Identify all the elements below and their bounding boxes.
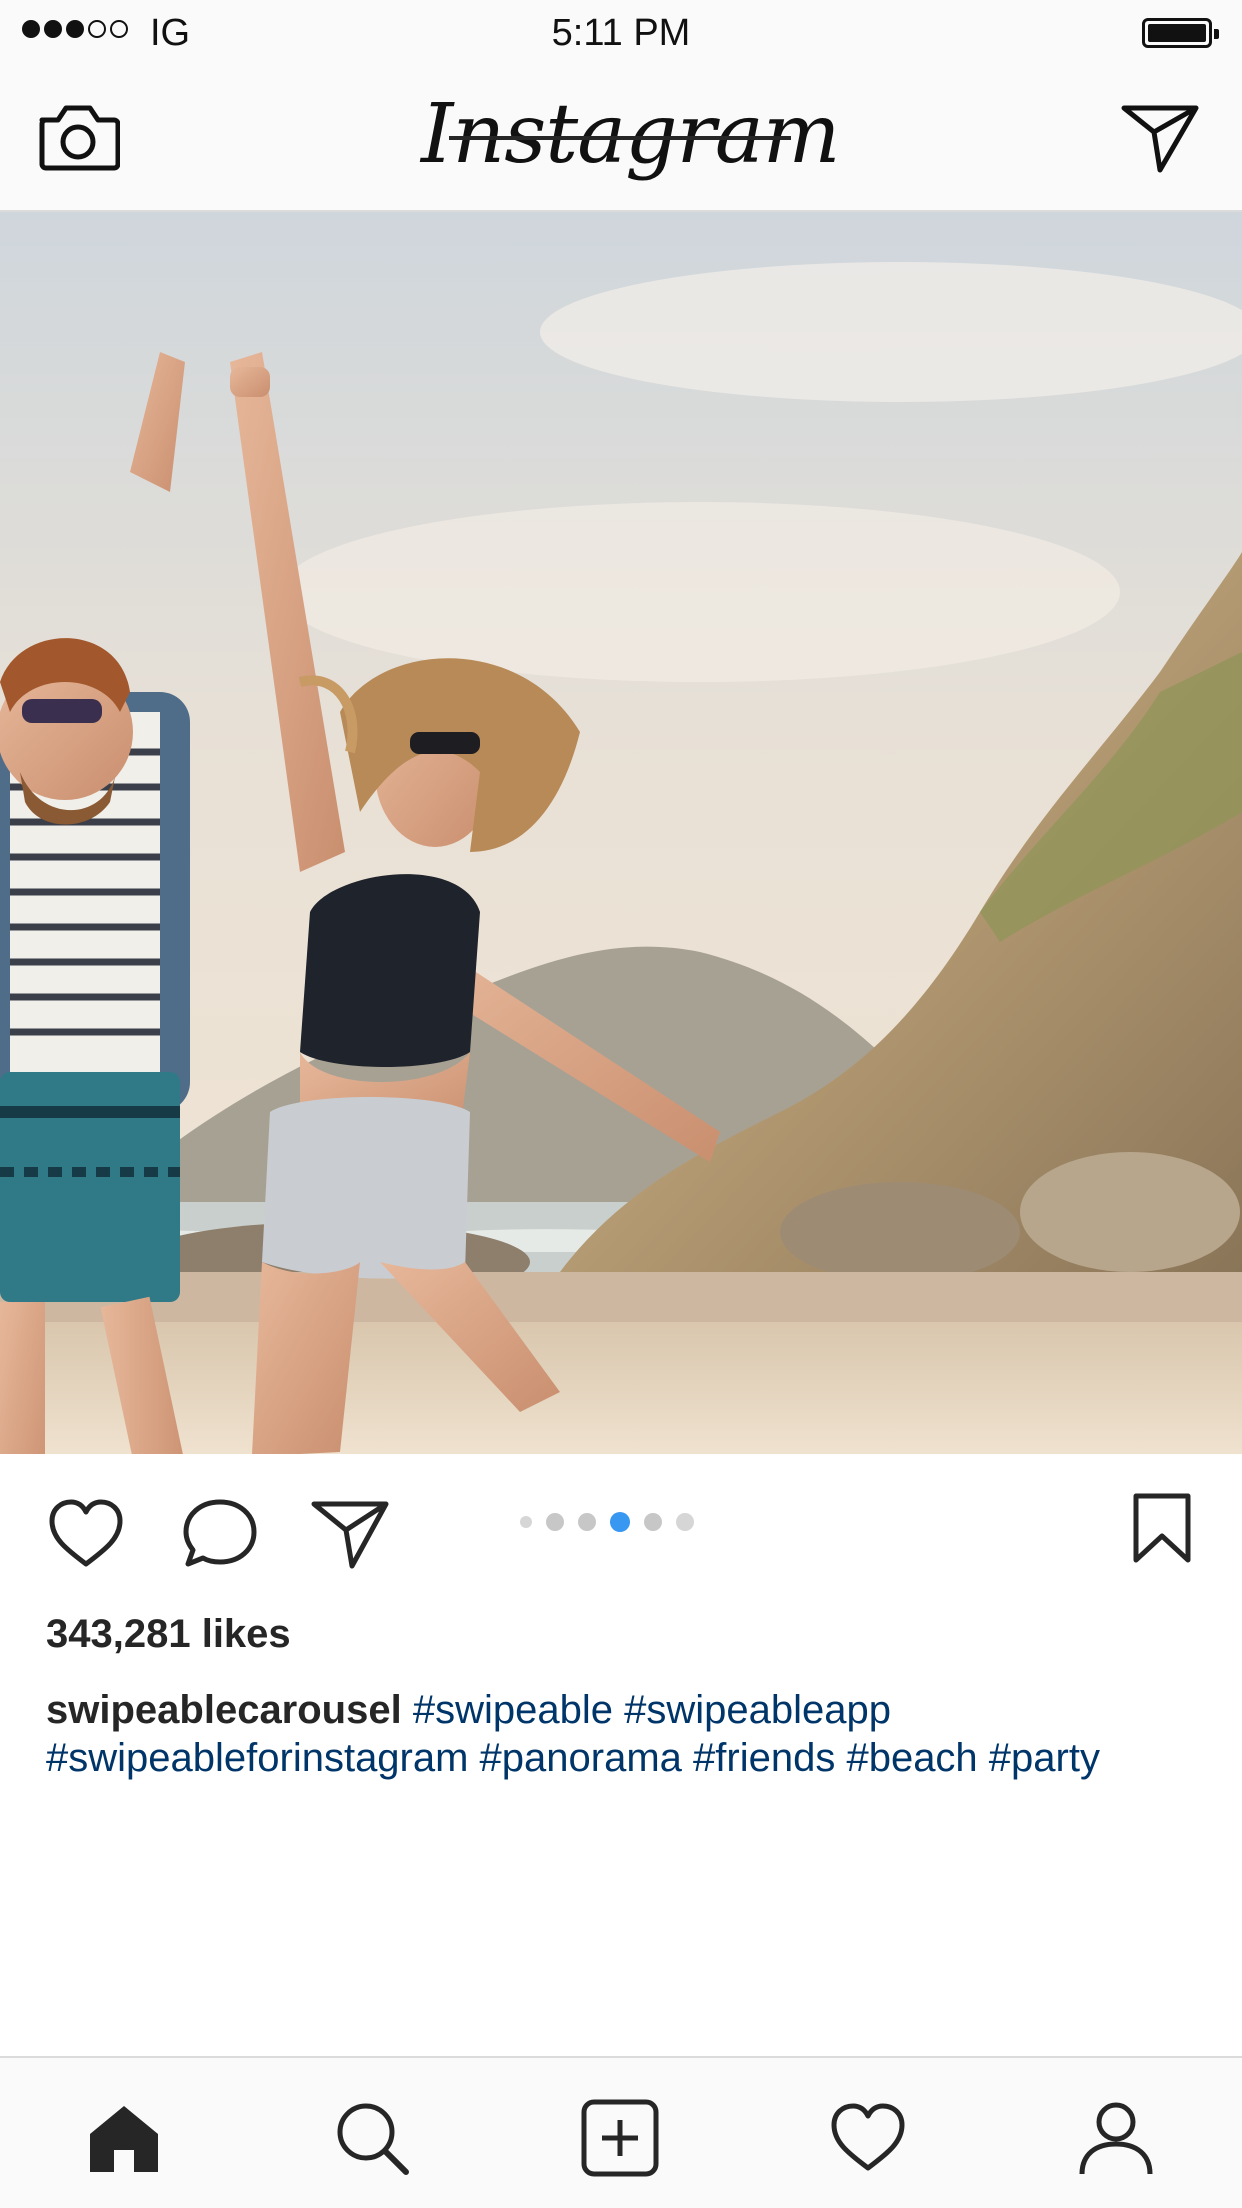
carousel-dot [644,1513,662,1531]
comment-icon[interactable] [180,1494,260,1574]
carousel-dot [546,1513,564,1531]
status-time: 5:11 PM [551,12,691,54]
direct-message-icon[interactable] [1120,102,1200,176]
tab-bar [0,2056,1242,2208]
feed-indicator [449,136,791,140]
carousel-dot [520,1516,532,1528]
home-icon[interactable] [84,2098,164,2178]
bookmark-icon[interactable] [1130,1492,1194,1564]
post-photo[interactable] [0,212,1242,1454]
battery-icon [1142,18,1219,48]
carousel-dot [676,1513,694,1531]
profile-icon[interactable] [1076,2098,1156,2178]
post-caption: swipeablecarousel #swipeable #swipeablea… [46,1686,1166,1782]
caption-username[interactable]: swipeablecarousel [46,1688,402,1732]
heart-icon[interactable] [828,2098,908,2178]
add-post-icon[interactable] [580,2098,660,2178]
heart-icon[interactable] [46,1494,126,1574]
camera-icon[interactable] [36,100,120,174]
carousel-indicator [520,1512,694,1532]
likes-count[interactable]: 343,281 likes [46,1612,291,1657]
search-icon[interactable] [332,2098,412,2178]
app-header: Instagram [0,70,1242,212]
instagram-logo: Instagram [421,87,840,182]
status-bar: IG 5:11 PM [0,0,1242,70]
paper-plane-icon[interactable] [310,1494,390,1574]
carousel-dot-active [610,1512,630,1532]
carousel-dot [578,1513,596,1531]
